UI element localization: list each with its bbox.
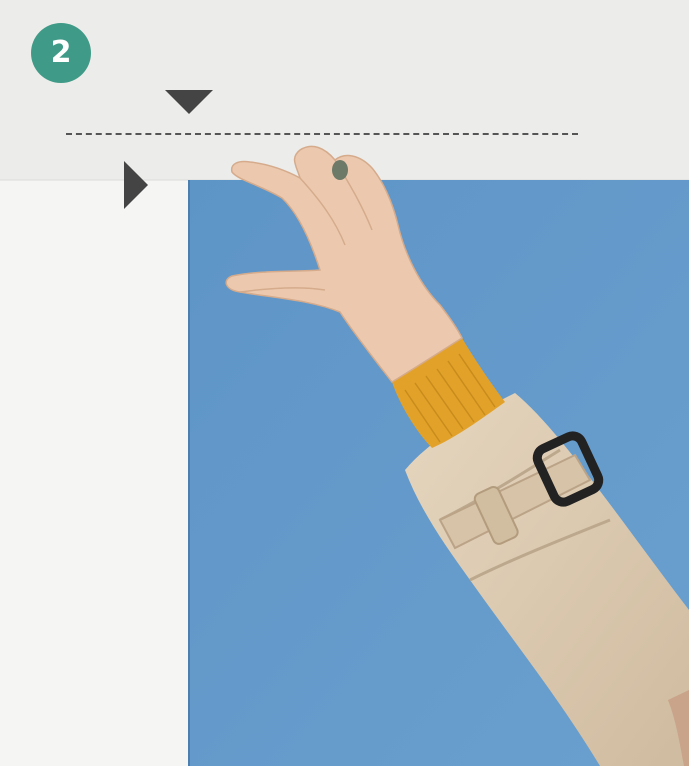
- instruction-illustration: 2: [0, 0, 689, 766]
- alignment-guide-line: [66, 133, 578, 135]
- wallpaper-hanging-photo: [0, 0, 689, 766]
- step-number: 2: [50, 35, 72, 70]
- step-number-badge: 2: [31, 23, 91, 83]
- triangle-right-icon: [124, 161, 148, 209]
- ring: [332, 160, 348, 180]
- wall-upper: [0, 0, 689, 180]
- triangle-down-icon: [165, 90, 213, 114]
